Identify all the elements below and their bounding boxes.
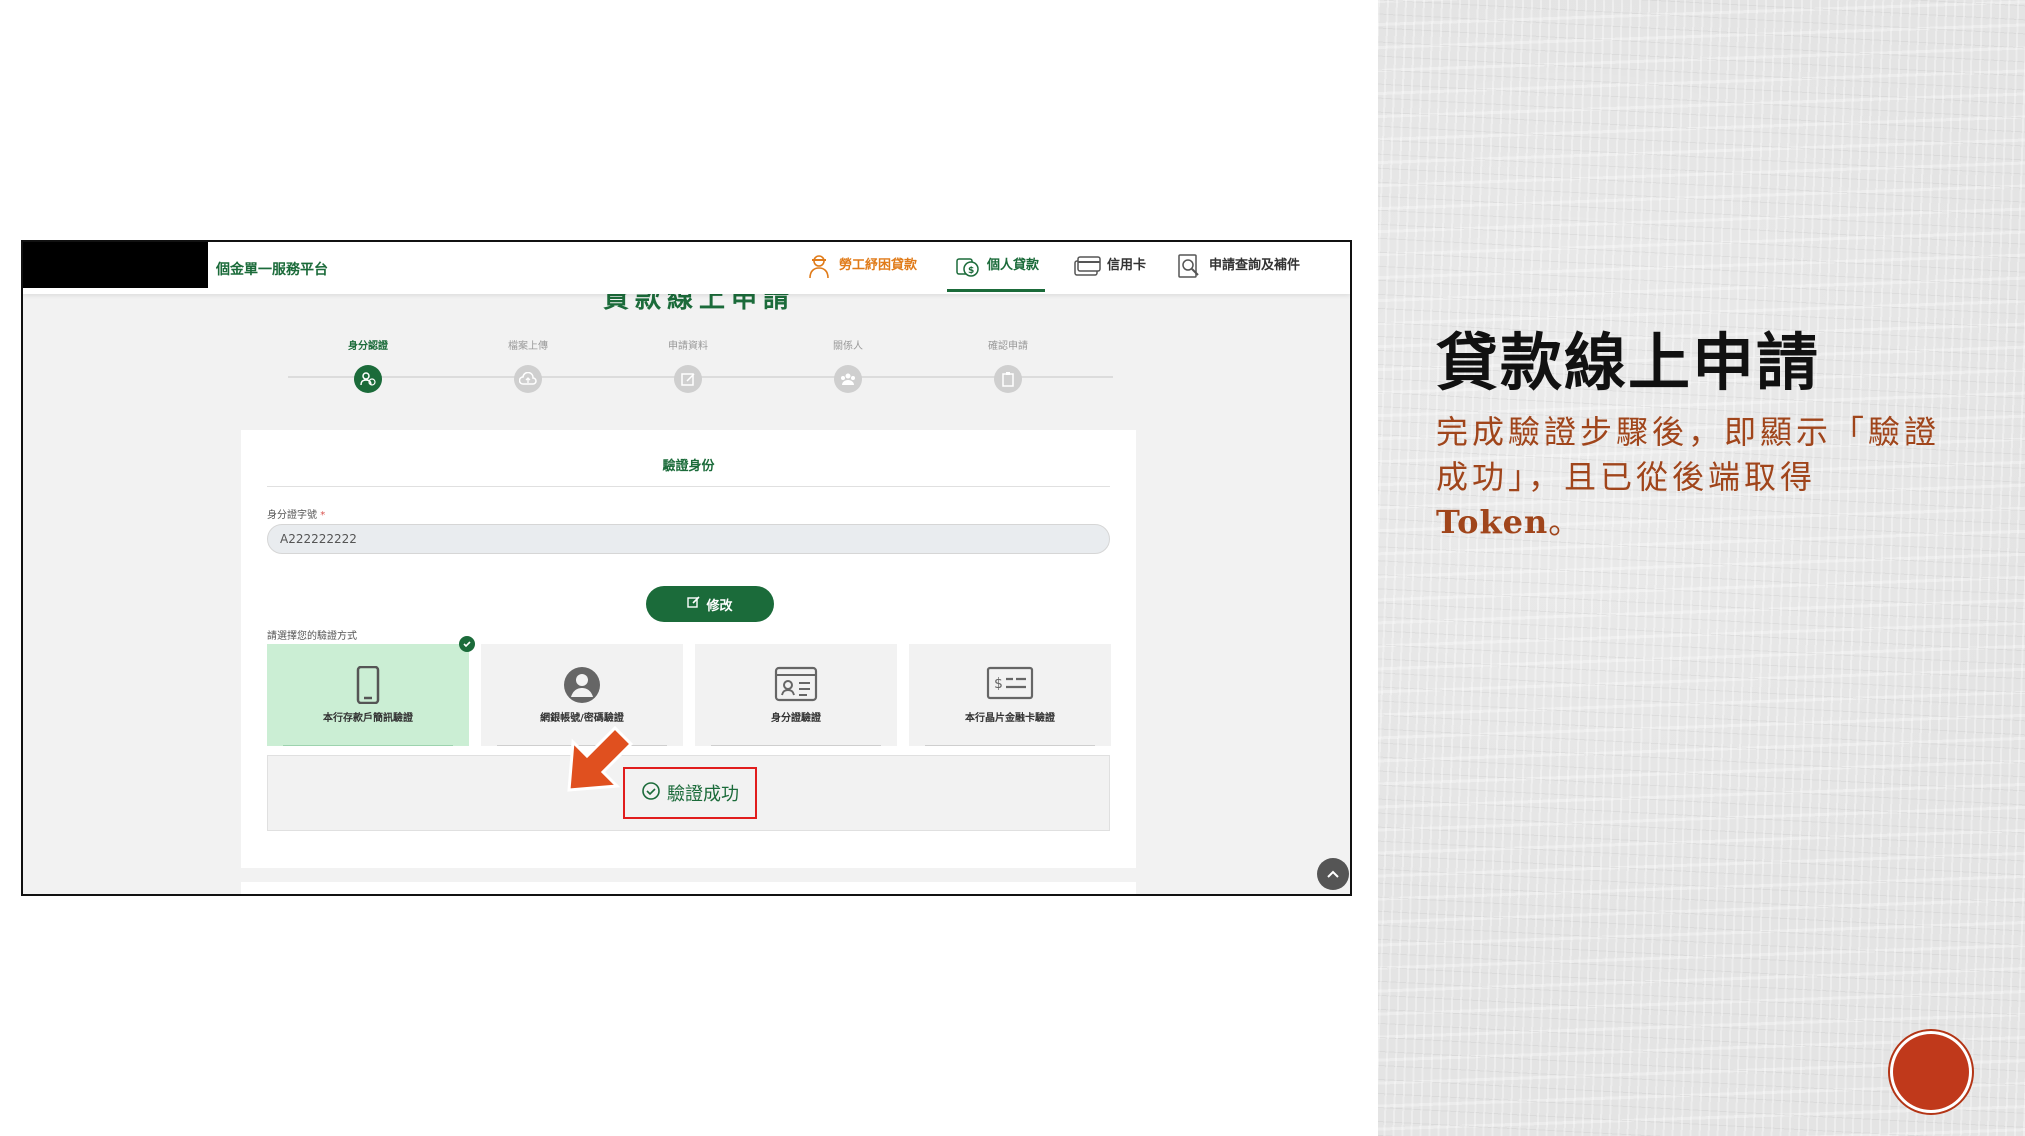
slide-body-token: Token <box>1436 503 1549 541</box>
method-sms[interactable]: 本行存款戶簡訊驗證 <box>267 644 469 746</box>
method-label: 本行存款戶簡訊驗證 <box>323 713 413 724</box>
step-related-party: 關係人 <box>808 338 888 393</box>
edit-button[interactable]: 修改 <box>646 586 774 622</box>
progress-stepper: 身分認證 檔案上傳 申請資料 關係人 確認申請 <box>283 338 1113 398</box>
method-label: 本行晶片金融卡驗證 <box>965 713 1055 724</box>
app-screenshot: 貸款線上申請 個金單一服務平台 勞工紓困貸款 $ 個人貸款 信用卡 申請查詢及補… <box>21 240 1352 896</box>
svg-text:$: $ <box>968 266 974 276</box>
id-number-field[interactable]: A222222222 <box>267 524 1110 554</box>
step-label: 申請資料 <box>668 341 708 352</box>
slide-decoration-dot <box>1893 1034 1969 1110</box>
chip-card-icon: $ <box>909 666 1111 706</box>
step-identity: 身分認證 <box>328 338 408 393</box>
method-label: 身分證驗證 <box>771 713 821 724</box>
annotation-arrow-icon <box>567 725 634 792</box>
worker-icon <box>805 252 833 280</box>
edit-form-icon <box>674 365 702 393</box>
slide-body-main: 完成驗證步驟後，即顯示「驗證成功」，且已從後端取得 <box>1436 413 1941 496</box>
slide-title: 貸款線上申請 <box>1436 326 1821 399</box>
method-prompt: 請選擇您的驗證方式 <box>267 631 357 642</box>
id-number-label: 身分證字號 * <box>267 506 325 521</box>
method-underline <box>711 745 881 746</box>
user-avatar-icon <box>481 666 683 706</box>
check-icon <box>459 636 475 652</box>
mobile-phone-icon <box>267 666 469 706</box>
nav-inquiry-label: 申請查詢及補件 <box>1209 258 1301 273</box>
slide-side-panel <box>1378 0 2025 1136</box>
nav-inquiry[interactable]: 申請查詢及補件 <box>1175 252 1300 294</box>
nav-personal-loan-label: 個人貸款 <box>987 258 1040 273</box>
verify-identity-card: 驗證身份 身分證字號 * A222222222 修改 請選擇您的驗證方式 本行存… <box>241 430 1136 868</box>
verification-result-box: 驗證成功 <box>267 755 1110 831</box>
top-navigation-bar: 個金單一服務平台 勞工紓困貸款 $ 個人貸款 信用卡 申請查詢及補件 <box>23 242 1350 294</box>
chevron-up-icon <box>1327 870 1339 878</box>
method-id-card[interactable]: 身分證驗證 <box>695 644 897 746</box>
nav-credit-card[interactable]: 信用卡 <box>1073 252 1146 294</box>
card-title: 驗證身份 <box>662 459 715 474</box>
id-number-label-text: 身分證字號 <box>267 510 317 521</box>
clipboard-icon <box>994 365 1022 393</box>
method-underline <box>283 745 453 746</box>
required-mark: * <box>320 510 326 521</box>
step-label: 確認申請 <box>988 341 1028 352</box>
svg-text:$: $ <box>994 676 1003 692</box>
card-divider <box>267 486 1110 487</box>
edit-button-label: 修改 <box>706 598 733 614</box>
step-label: 關係人 <box>833 341 863 352</box>
slide-body-text: 完成驗證步驟後，即顯示「驗證成功」，且已從後端取得 Token。 <box>1436 410 1956 545</box>
logo-redacted <box>23 242 208 288</box>
verification-success-text: 驗證成功 <box>667 784 739 805</box>
step-label: 檔案上傳 <box>508 341 548 352</box>
method-chip-card[interactable]: $ 本行晶片金融卡驗證 <box>909 644 1111 746</box>
next-card-edge <box>241 882 1136 894</box>
method-underline <box>925 745 1095 746</box>
user-check-icon <box>354 365 382 393</box>
id-card-icon <box>695 666 897 706</box>
platform-name[interactable]: 個金單一服務平台 <box>216 259 328 279</box>
credit-card-icon <box>1073 252 1101 280</box>
step-application: 申請資料 <box>648 338 728 393</box>
money-bag-icon: $ <box>953 252 981 280</box>
step-upload: 檔案上傳 <box>488 338 568 393</box>
step-label: 身分認證 <box>348 341 388 352</box>
nav-credit-card-label: 信用卡 <box>1107 258 1147 273</box>
slide-body-end: 。 <box>1548 503 1585 541</box>
nav-labor-loan[interactable]: 勞工紓困貸款 <box>805 252 917 294</box>
edit-icon <box>687 595 701 613</box>
document-search-icon <box>1175 252 1203 280</box>
cloud-upload-icon <box>514 365 542 393</box>
step-confirm: 確認申請 <box>968 338 1048 393</box>
scroll-to-top-button[interactable] <box>1317 858 1349 890</box>
group-icon <box>834 365 862 393</box>
nav-labor-loan-label: 勞工紓困貸款 <box>839 258 918 273</box>
nav-personal-loan[interactable]: $ 個人貸款 <box>946 252 1046 294</box>
